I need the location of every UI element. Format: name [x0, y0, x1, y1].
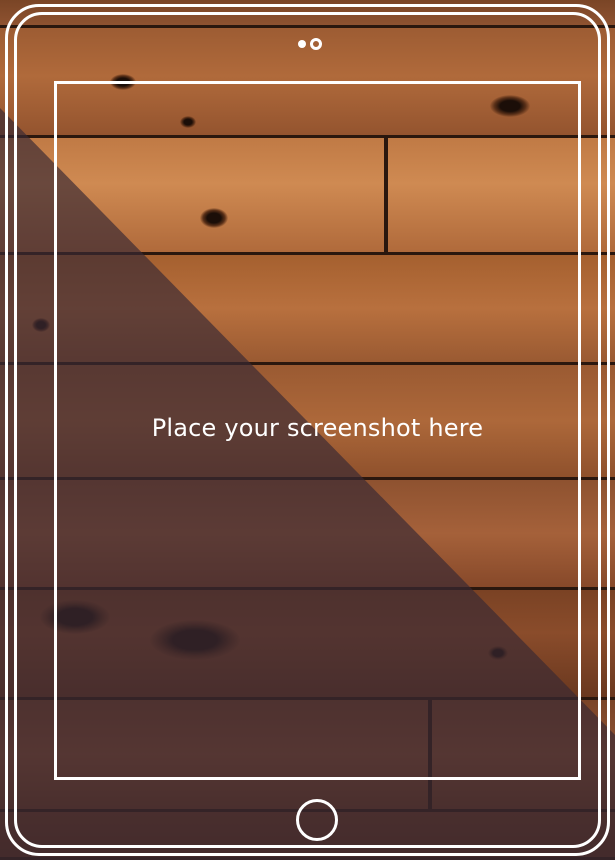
- sensor-icon: [298, 40, 306, 48]
- home-button-icon[interactable]: [296, 799, 338, 841]
- placeholder-label: Place your screenshot here: [151, 414, 484, 442]
- camera-icon: [310, 38, 322, 50]
- tablet-mockup: Place your screenshot here: [0, 0, 615, 860]
